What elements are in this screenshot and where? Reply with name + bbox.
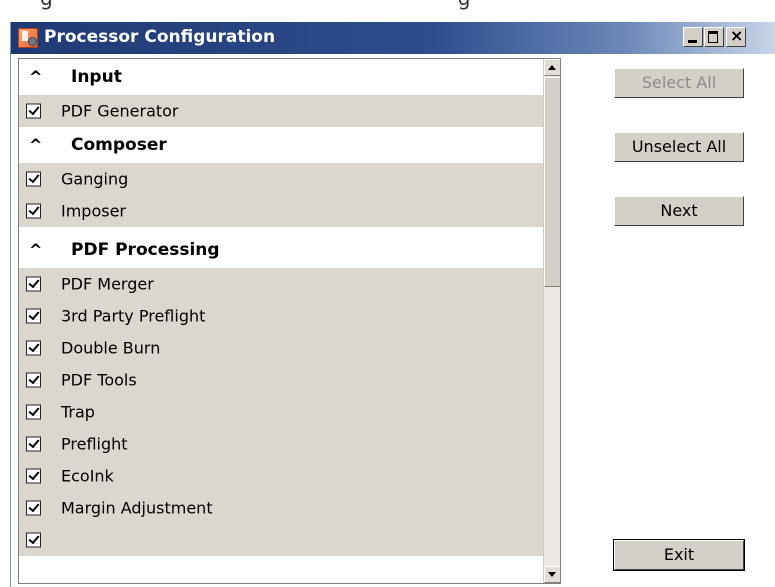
- group-header-composer[interactable]: ^ Composer: [19, 127, 543, 163]
- item-checkbox[interactable]: [26, 372, 41, 388]
- processor-list[interactable]: ^ Input PDF Generator ^ Composer Ganging…: [18, 58, 561, 584]
- exit-button[interactable]: Exit: [613, 539, 745, 571]
- scroll-down-button[interactable]: [544, 566, 560, 583]
- item-label: PDF Generator: [61, 101, 179, 121]
- item-label: Margin Adjustment: [61, 498, 213, 518]
- item-label: PDF Merger: [61, 274, 154, 294]
- app-icon: [18, 28, 38, 48]
- item-checkbox[interactable]: [26, 404, 41, 420]
- list-item[interactable]: 3rd Party Preflight: [19, 300, 543, 332]
- select-all-button[interactable]: Select All: [614, 68, 744, 98]
- unselect-all-button[interactable]: Unselect All: [614, 132, 744, 162]
- list-item[interactable]: EcoInk: [19, 460, 543, 492]
- item-checkbox[interactable]: [26, 203, 41, 219]
- processor-configuration-window: Processor Configuration × ^ Input PDF Ge…: [10, 22, 775, 587]
- list-item[interactable]: PDF Tools: [19, 364, 543, 396]
- group-label: PDF Processing: [71, 240, 220, 260]
- background-window-strip: g g: [0, 0, 775, 22]
- item-label: PDF Tools: [61, 370, 137, 390]
- item-checkbox[interactable]: [26, 308, 41, 324]
- item-label: Trap: [61, 402, 95, 422]
- list-item[interactable]: Imposer: [19, 195, 543, 227]
- item-checkbox[interactable]: [26, 436, 41, 452]
- title-bar[interactable]: Processor Configuration ×: [11, 22, 775, 54]
- list-item[interactable]: Margin Adjustment: [19, 492, 543, 524]
- item-checkbox[interactable]: [26, 340, 41, 356]
- collapse-caret-icon[interactable]: ^: [29, 136, 42, 155]
- list-item[interactable]: Preflight: [19, 428, 543, 460]
- list-item[interactable]: Double Burn: [19, 332, 543, 364]
- minimize-button[interactable]: [683, 27, 703, 47]
- list-item[interactable]: Ganging: [19, 163, 543, 195]
- collapse-caret-icon[interactable]: ^: [29, 241, 42, 260]
- group-header-pdf-processing[interactable]: ^ PDF Processing: [19, 232, 543, 268]
- item-checkbox[interactable]: [26, 103, 41, 119]
- item-label: Double Burn: [61, 338, 161, 358]
- vertical-scrollbar[interactable]: [543, 59, 560, 583]
- item-label: Ganging: [61, 169, 129, 189]
- scroll-up-button[interactable]: [544, 59, 560, 76]
- item-label: 3rd Party Preflight: [61, 306, 206, 326]
- item-label: EcoInk: [61, 466, 114, 486]
- item-checkbox[interactable]: [26, 500, 41, 516]
- item-label: Imposer: [61, 201, 127, 221]
- group-label: Composer: [71, 135, 167, 155]
- list-item[interactable]: PDF Merger: [19, 268, 543, 300]
- group-label: Input: [71, 67, 122, 87]
- maximize-button[interactable]: [704, 27, 724, 47]
- window-title: Processor Configuration: [44, 27, 276, 47]
- item-label: Preflight: [61, 434, 128, 454]
- collapse-caret-icon[interactable]: ^: [29, 68, 42, 87]
- list-item[interactable]: PDF Generator: [19, 95, 543, 127]
- close-button[interactable]: ×: [726, 26, 746, 47]
- background-window-text: g g: [40, 0, 471, 10]
- next-button[interactable]: Next: [614, 196, 744, 226]
- item-checkbox[interactable]: [26, 468, 41, 484]
- group-header-input[interactable]: ^ Input: [19, 59, 543, 95]
- scroll-thumb[interactable]: [544, 77, 560, 287]
- item-checkbox[interactable]: [26, 171, 41, 187]
- close-icon: ×: [730, 26, 744, 45]
- list-item-partial[interactable]: [19, 524, 543, 556]
- list-item[interactable]: Trap: [19, 396, 543, 428]
- item-checkbox[interactable]: [26, 532, 41, 548]
- item-checkbox[interactable]: [26, 276, 41, 292]
